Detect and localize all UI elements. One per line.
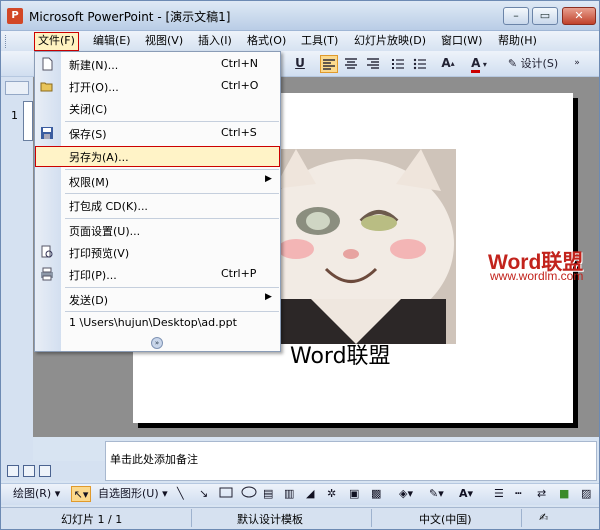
notes-pane[interactable]: 单击此处添加备注 [105, 441, 597, 481]
menubar-grip[interactable] [5, 35, 8, 48]
menu-item-package-cd[interactable]: 打包成 CD(K)... [35, 195, 280, 216]
autoshapes-button[interactable]: 自选图形(U) ▾ [98, 486, 168, 502]
save-disk-icon [41, 127, 53, 139]
submenu-arrow-icon: ▶ [265, 292, 272, 302]
status-template: 默认设计模板 [237, 513, 303, 526]
menu-item-print-preview[interactable]: 打印预览(V) [35, 242, 280, 263]
powerpoint-app-icon[interactable]: P [7, 8, 23, 24]
wordart-icon[interactable]: ◢ [306, 486, 314, 502]
printer-icon [41, 267, 53, 281]
draw-menu-button[interactable]: 绘图(R) ▾ [13, 486, 60, 502]
submenu-arrow-icon: ▶ [265, 174, 272, 184]
align-left-icon[interactable] [320, 55, 338, 73]
normal-view-icon[interactable] [7, 465, 19, 477]
align-center-icon[interactable] [342, 55, 360, 73]
status-language: 中文(中国) [419, 513, 472, 526]
slide-title-text[interactable]: Word联盟 [290, 338, 391, 370]
oval-tool-icon[interactable] [241, 486, 257, 502]
numbered-list-icon[interactable] [389, 55, 407, 73]
open-folder-icon [40, 82, 53, 92]
menu-separator [65, 193, 279, 194]
dash-style-icon[interactable]: ┅ [515, 486, 522, 502]
design-button[interactable]: ✎ 设计(S) [504, 55, 562, 73]
rectangle-tool-icon[interactable] [219, 486, 233, 502]
menu-item-open[interactable]: 打开(O)... Ctrl+O [35, 76, 280, 97]
slides-tab[interactable] [5, 81, 29, 95]
menu-item-save[interactable]: 保存(S) Ctrl+S [35, 123, 280, 144]
menu-separator [65, 287, 279, 288]
grow-font-icon[interactable]: A▴ [439, 55, 457, 73]
file-menu-dropdown: 新建(N)... Ctrl+N 打开(O)... Ctrl+O 关闭(C) 保存… [34, 51, 281, 352]
menu-insert[interactable]: 插入(I) [195, 33, 235, 50]
minimize-button[interactable]: – [503, 7, 529, 25]
status-separator [371, 509, 372, 527]
menu-item-permission[interactable]: 权限(M) ▶ [35, 171, 280, 192]
close-button[interactable]: ✕ [562, 7, 596, 25]
status-separator [191, 509, 192, 527]
menu-separator [65, 311, 279, 312]
slide-thumb-number: 1 [11, 109, 18, 122]
line-style-icon[interactable]: ☰ [494, 486, 504, 502]
select-objects-icon[interactable]: ↖▾ [71, 486, 91, 502]
textbox-tool-icon[interactable]: ▤ [263, 486, 273, 502]
line-color-icon[interactable]: ✎▾ [429, 486, 444, 502]
menu-separator [65, 121, 279, 122]
shadow-style-icon[interactable]: ■ [559, 486, 569, 502]
design-icon: ✎ [507, 57, 518, 70]
menu-item-new[interactable]: 新建(N)... Ctrl+N [35, 54, 280, 75]
line-tool-icon[interactable]: ╲ [177, 486, 184, 502]
bullet-list-icon[interactable] [411, 55, 429, 73]
menu-help[interactable]: 帮助(H) [495, 33, 540, 50]
title-bar[interactable]: P Microsoft PowerPoint - [演示文稿1] – ▭ ✕ [1, 1, 599, 31]
slide-sorter-view-icon[interactable] [23, 465, 35, 477]
menu-file[interactable]: 文件(F) [34, 32, 79, 51]
restore-button[interactable]: ▭ [532, 7, 558, 25]
align-right-icon[interactable] [364, 55, 382, 73]
menu-view[interactable]: 视图(V) [142, 33, 186, 50]
menu-item-close[interactable]: 关闭(C) [35, 98, 280, 119]
print-preview-icon [41, 245, 53, 258]
arrow-tool-icon[interactable]: ↘ [199, 486, 208, 502]
new-document-icon [42, 57, 53, 71]
toolbar-options-icon[interactable]: » [571, 55, 583, 73]
menu-item-page-setup[interactable]: 页面设置(U)... [35, 220, 280, 241]
notes-placeholder: 单击此处添加备注 [110, 453, 198, 466]
font-color-icon[interactable]: A ▾ [465, 55, 493, 73]
menu-bar: 文件(F) 编辑(E) 视图(V) 插入(I) 格式(O) 工具(T) 幻灯片放… [1, 31, 599, 51]
underline-button[interactable]: U [293, 55, 307, 73]
3d-style-icon[interactable]: ▨ [581, 486, 591, 502]
menu-item-send[interactable]: 发送(D) ▶ [35, 289, 280, 310]
font-color-draw-icon[interactable]: A▾ [459, 486, 473, 502]
window-title: Microsoft PowerPoint - [演示文稿1] [29, 10, 231, 24]
slideshow-view-icon[interactable] [39, 465, 51, 477]
vertical-textbox-icon[interactable]: ▥ [284, 486, 294, 502]
watermark-url: www.wordlm.com [490, 269, 584, 283]
insert-picture-icon[interactable]: ▩ [371, 486, 381, 502]
menu-slideshow[interactable]: 幻灯片放映(D) [351, 33, 429, 50]
diagram-icon[interactable]: ✲ [327, 486, 336, 502]
menu-tools[interactable]: 工具(T) [298, 33, 341, 50]
expand-menu-icon[interactable]: » [151, 337, 163, 349]
menu-edit[interactable]: 编辑(E) [90, 33, 134, 50]
status-separator [521, 509, 522, 527]
menu-separator [65, 169, 279, 170]
menu-item-save-as[interactable]: 另存为(A)... [35, 146, 280, 167]
powerpoint-window: P Microsoft PowerPoint - [演示文稿1] – ▭ ✕ 文… [0, 0, 600, 530]
menu-separator [65, 218, 279, 219]
draw-label: 绘图(R) [13, 487, 52, 500]
menu-item-print[interactable]: 打印(P)... Ctrl+P [35, 264, 280, 285]
autoshapes-label: 自选图形(U) [98, 487, 159, 500]
spellcheck-icon[interactable]: ✍ [539, 511, 548, 524]
design-label: 设计(S) [520, 57, 559, 70]
menu-format[interactable]: 格式(O) [244, 33, 289, 50]
arrow-style-icon[interactable]: ⇄ [537, 486, 546, 502]
status-slide-count: 幻灯片 1 / 1 [61, 513, 123, 526]
slide-thumbnail[interactable] [23, 101, 33, 141]
fill-color-icon[interactable]: ◈▾ [399, 486, 413, 502]
clipart-icon[interactable]: ▣ [349, 486, 359, 502]
cat-picture[interactable] [256, 149, 456, 344]
menu-window[interactable]: 窗口(W) [438, 33, 485, 50]
menu-item-recent-file[interactable]: 1 \Users\hujun\Desktop\ad.ppt [35, 313, 280, 334]
